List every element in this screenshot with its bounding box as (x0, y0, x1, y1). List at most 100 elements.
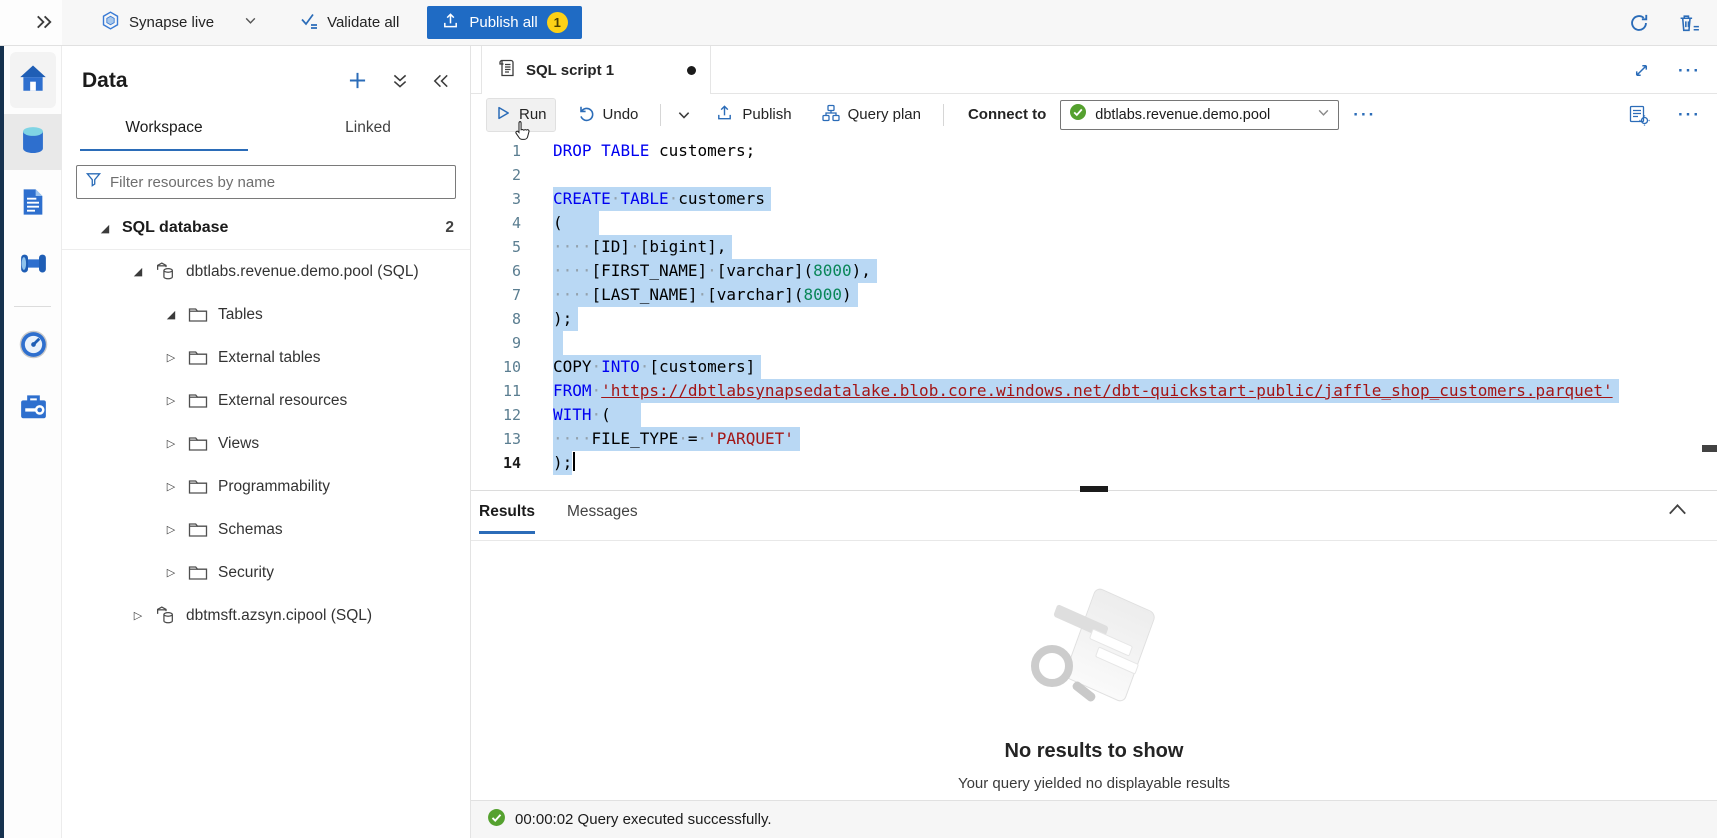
sidebar-item-monitor[interactable] (4, 319, 62, 375)
mode-switcher[interactable]: Synapse live (100, 10, 257, 36)
tree-item[interactable]: ▷Programmability (62, 465, 470, 508)
run-options-chevron-icon[interactable] (675, 106, 693, 124)
sidebar-item-integrate[interactable] (4, 238, 62, 294)
tree-item[interactable]: ▷External tables (62, 336, 470, 379)
undo-button[interactable]: Undo (569, 98, 647, 132)
tree-expander-icon[interactable]: ▷ (164, 437, 178, 450)
editor-scrollbar-thumb[interactable] (1702, 445, 1717, 452)
code-line[interactable]: 14); (471, 451, 1717, 475)
tree-expander-icon[interactable]: ▷ (164, 523, 178, 536)
toolbar-overflow-icon[interactable]: ··· (1678, 106, 1701, 123)
line-number[interactable]: 11 (491, 379, 521, 403)
connect-pool-select[interactable]: dbtlabs.revenue.demo.pool (1060, 100, 1339, 130)
sidebar-item-data[interactable] (4, 114, 62, 170)
refresh-icon[interactable] (1626, 10, 1652, 36)
tree-expander-icon[interactable]: ◢ (98, 222, 112, 235)
publish-all-label: Publish all (469, 14, 537, 31)
tree-item-label: dbtmsft.azsyn.cipool (SQL) (186, 607, 372, 625)
tree-item[interactable]: ◢Tables (62, 293, 470, 336)
tree-expander-icon[interactable]: ▷ (131, 609, 145, 622)
code-line[interactable]: 6····[FIRST_NAME]·[varchar](8000), (471, 259, 1717, 283)
tree-item[interactable]: ▷ dbtmsft.azsyn.cipool (SQL) (62, 594, 470, 637)
line-number[interactable]: 12 (491, 403, 521, 427)
sql-code-editor[interactable]: 1DROP TABLE customers;23CREATE·TABLE·cus… (471, 135, 1717, 490)
code-line[interactable]: 7····[LAST_NAME]·[varchar](8000) (471, 283, 1717, 307)
line-number[interactable]: 5 (491, 235, 521, 259)
tree-item[interactable]: ▷Views (62, 422, 470, 465)
line-number[interactable]: 8 (491, 307, 521, 331)
selection-highlight: FROM·'https://dbtlabsynapsedatalake.blob… (553, 379, 1619, 403)
validate-all-button[interactable]: Validate all (299, 10, 399, 35)
publish-all-button[interactable]: Publish all 1 (427, 6, 581, 39)
code-line[interactable]: 10COPY·INTO·[customers] (471, 355, 1717, 379)
tree-item-label: dbtlabs.revenue.demo.pool (SQL) (186, 263, 419, 281)
tree-expander-icon[interactable]: ▷ (164, 566, 178, 579)
code-line[interactable]: 3CREATE·TABLE·customers (471, 187, 1717, 211)
code-line[interactable]: 2 (471, 163, 1717, 187)
tree-item[interactable]: ◢ dbtlabs.revenue.demo.pool (SQL) (62, 250, 470, 293)
code-line[interactable]: 11 FROM·'https://dbtlabsynapsedatalake.bl… (471, 379, 1717, 403)
tree-item[interactable]: ▷Schemas (62, 508, 470, 551)
properties-icon[interactable] (1626, 102, 1652, 128)
line-number[interactable]: 2 (491, 163, 521, 187)
publish-icon (715, 103, 734, 126)
results-drag-handle[interactable] (1080, 486, 1108, 492)
collapse-all-icon[interactable] (390, 70, 410, 92)
add-resource-icon[interactable] (345, 68, 370, 93)
line-number[interactable]: 7 (491, 283, 521, 307)
script-scroll-icon (496, 58, 516, 83)
line-number[interactable]: 9 (491, 331, 521, 355)
tree-expander-icon[interactable]: ▷ (164, 351, 178, 364)
code-line[interactable]: 5····[ID]·[bigint], (471, 235, 1717, 259)
tree-item[interactable]: ◢SQL database2 (62, 207, 470, 250)
code-line[interactable]: 13 ····FILE_TYPE·=·'PARQUET' (471, 427, 1717, 451)
gauge-icon (17, 328, 50, 366)
collapse-panel-icon[interactable] (430, 71, 452, 91)
filter-resources-input[interactable] (110, 174, 447, 191)
tree-item[interactable]: ▷ Security (62, 551, 470, 594)
line-number[interactable]: 4 (491, 211, 521, 235)
tree-item[interactable]: ▷External resources (62, 379, 470, 422)
tree-expander-icon[interactable]: ◢ (164, 308, 178, 321)
tree-item-label: Security (218, 564, 274, 582)
run-play-icon (495, 105, 511, 125)
tree-expander-icon[interactable]: ◢ (131, 265, 145, 278)
code-line-content: ····FILE_TYPE·=·'PARQUET' (553, 427, 800, 451)
query-plan-button[interactable]: Query plan (814, 98, 929, 132)
tree-expander-icon[interactable]: ▷ (164, 480, 178, 493)
sidebar-item-home[interactable] (10, 52, 56, 108)
sidebar-item-manage[interactable] (4, 381, 62, 437)
line-number[interactable]: 3 (491, 187, 521, 211)
selected-pool-name: dbtlabs.revenue.demo.pool (1095, 107, 1270, 123)
code-line[interactable]: 8); (471, 307, 1717, 331)
data-explorer-panel: Data Workspace Linked ◢SQL d (62, 46, 470, 838)
line-number[interactable]: 10 (491, 355, 521, 379)
line-number[interactable]: 13 (491, 427, 521, 451)
tab-linked[interactable]: Linked (284, 109, 452, 151)
sidebar-item-develop[interactable] (4, 176, 62, 232)
double-chevron-right-icon[interactable] (34, 12, 56, 34)
code-line[interactable]: 1DROP TABLE customers; (471, 139, 1717, 163)
discard-trash-icon[interactable] (1676, 11, 1703, 36)
tab-results[interactable]: Results (479, 503, 535, 534)
toolbar-divider (660, 104, 661, 126)
expand-editor-icon[interactable] (1631, 60, 1652, 81)
line-number[interactable]: 14 (491, 451, 521, 475)
toolbar-more-icon[interactable]: ··· (1353, 106, 1376, 123)
code-line[interactable]: 4( (471, 211, 1717, 235)
query-plan-label: Query plan (848, 106, 921, 123)
collapse-results-chevron-icon[interactable] (1668, 503, 1687, 521)
run-button[interactable]: Run (487, 99, 555, 131)
code-line[interactable]: 9 (471, 331, 1717, 355)
tab-messages[interactable]: Messages (567, 503, 638, 534)
line-number[interactable]: 1 (491, 139, 521, 163)
code-line[interactable]: 12WITH·( (471, 403, 1717, 427)
publish-count-badge: 1 (547, 12, 568, 33)
tab-sql-script-1[interactable]: SQL script 1 (481, 46, 711, 94)
tab-workspace[interactable]: Workspace (80, 109, 248, 151)
publish-button[interactable]: Publish (707, 97, 799, 132)
undo-arrow-icon (577, 104, 595, 126)
tab-more-actions-icon[interactable]: ··· (1678, 62, 1701, 79)
tree-expander-icon[interactable]: ▷ (164, 394, 178, 407)
line-number[interactable]: 6 (491, 259, 521, 283)
